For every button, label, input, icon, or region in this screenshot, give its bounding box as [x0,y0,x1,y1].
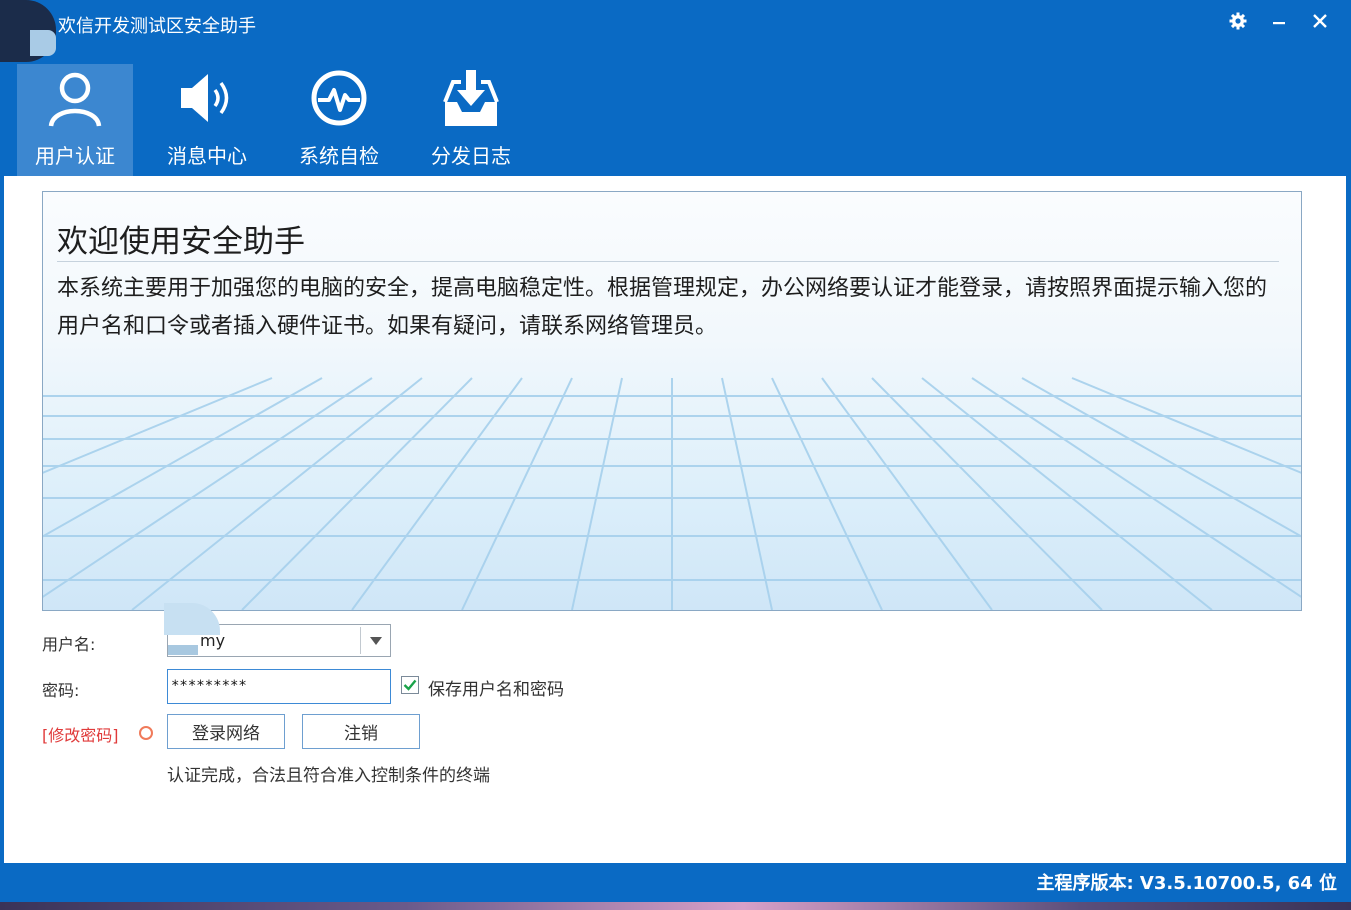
close-icon [1313,14,1327,28]
user-icon [48,72,102,127]
caret-down-icon [369,636,382,645]
welcome-divider [57,261,1279,262]
nav-tab-self-check[interactable]: 系统自检 [281,64,397,176]
window-title: 欢信开发测试区安全助手 [58,16,256,37]
save-credentials-checkbox[interactable] [401,676,419,694]
main-nav: 用户认证 消息中心 系统自检 分发日志 [0,48,1351,176]
change-password-link[interactable]: [修改密码] [42,722,119,746]
minimize-button[interactable] [1261,6,1297,36]
speaker-icon [181,74,229,122]
title-bar[interactable]: 欢信开发测试区安全助手 [0,0,1351,62]
app-window: 欢信开发测试区安全助手 用户认证 消息中心 系统自检 分发日志 欢迎使用安全助手… [0,0,1351,902]
minimize-icon [1273,22,1285,25]
auth-status-text: 认证完成，合法且符合准入控制条件的终端 [167,766,490,786]
welcome-panel: 欢迎使用安全助手 本系统主要用于加强您的电脑的安全，提高电脑稳定性。根据管理规定… [42,191,1302,611]
gear-icon [1229,12,1247,30]
logout-button[interactable]: 注销 [302,714,420,749]
version-text: 主程序版本: V3.5.10700.5, 64 位 [1036,873,1337,894]
welcome-description: 本系统主要用于加强您的电脑的安全，提高电脑稳定性。根据管理规定，办公网络要认证才… [57,276,1268,339]
desktop-background [0,902,1351,910]
password-label: 密码: [42,681,80,700]
username-label: 用户名: [42,635,96,654]
nav-tab-label: 用户认证 [35,144,115,168]
nav-tab-user-auth[interactable]: 用户认证 [17,64,133,176]
heartbeat-icon [311,70,367,126]
content-panel: 欢迎使用安全助手 本系统主要用于加强您的电脑的安全，提高电脑稳定性。根据管理规定… [4,176,1346,863]
close-button[interactable] [1302,6,1338,36]
login-network-button[interactable]: 登录网络 [167,714,285,749]
nav-tab-label: 系统自检 [299,144,379,168]
redaction-blur [168,645,198,655]
welcome-title: 欢迎使用安全助手 [57,224,305,260]
username-dropdown-button[interactable] [361,625,390,656]
nav-tab-label: 分发日志 [431,144,511,168]
save-credentials-label[interactable]: 保存用户名和密码 [428,675,564,700]
status-indicator-icon [139,726,153,740]
username-combobox[interactable]: my [164,603,391,657]
nav-tab-label: 消息中心 [167,144,247,168]
password-field[interactable]: ********* [167,669,391,704]
nav-tab-dist-log[interactable]: 分发日志 [413,64,529,176]
status-bar: 主程序版本: V3.5.10700.5, 64 位 [0,863,1351,902]
checkmark-icon [403,679,417,691]
nav-tab-messages[interactable]: 消息中心 [149,64,265,176]
username-value[interactable]: my [200,631,225,650]
settings-button[interactable] [1220,6,1256,36]
download-tray-icon [443,70,499,126]
